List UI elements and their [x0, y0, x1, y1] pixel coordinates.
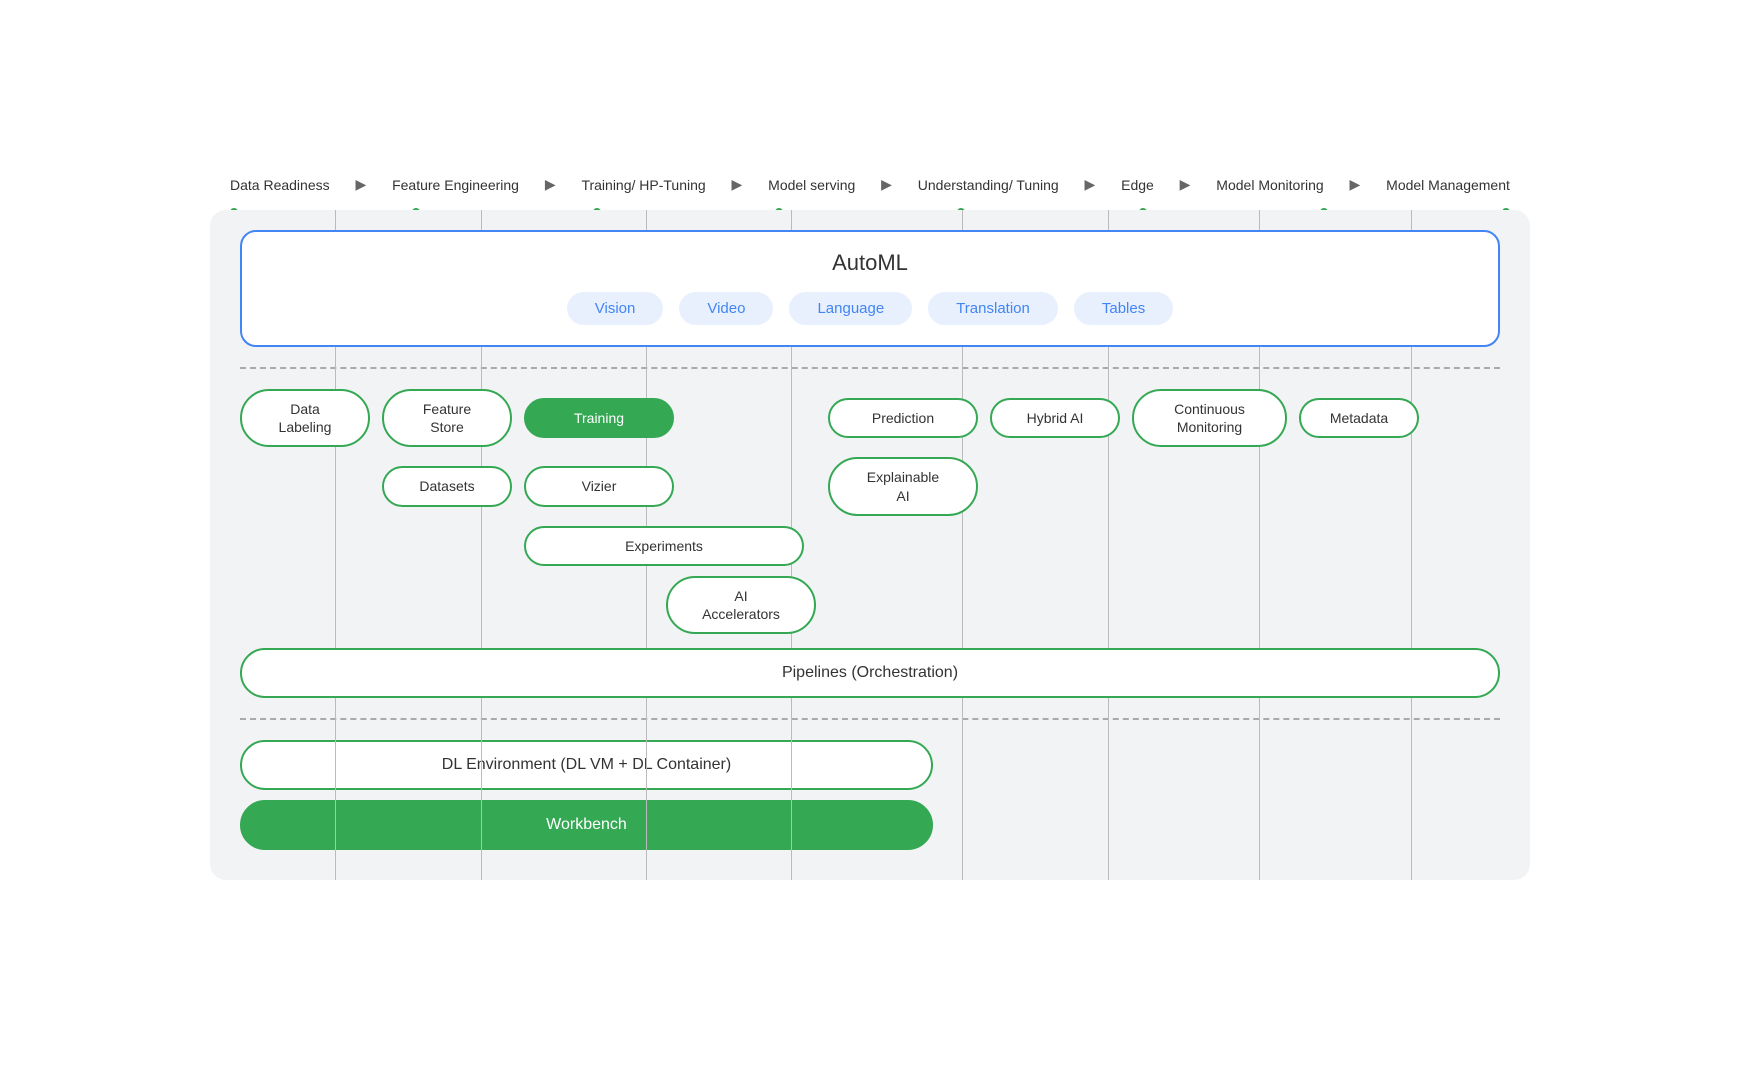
step-label: Feature Engineering — [392, 176, 519, 194]
pill-dl-environment[interactable]: DL Environment (DL VM + DL Container) — [240, 740, 933, 790]
pill-training[interactable]: Training — [524, 398, 674, 438]
step-label: Understanding/ Tuning — [918, 176, 1059, 194]
pipelines-row: Pipelines (Orchestration) — [240, 648, 1500, 698]
automl-pill-video[interactable]: Video — [679, 292, 773, 325]
pill-pipelines[interactable]: Pipelines (Orchestration) — [240, 648, 1500, 698]
automl-pill-tables[interactable]: Tables — [1074, 292, 1173, 325]
pill-experiments[interactable]: Experiments — [524, 526, 804, 566]
arrow-2: ▶ — [545, 176, 556, 193]
pill-prediction[interactable]: Prediction — [828, 398, 978, 438]
pill-feature-store[interactable]: FeatureStore — [382, 389, 512, 447]
arrow-7: ▶ — [1350, 176, 1361, 193]
automl-pills: Vision Video Language Translation Tables — [266, 292, 1474, 325]
pill-continuous-monitoring[interactable]: ContinuousMonitoring — [1132, 389, 1287, 447]
step-feature-engineering: Feature Engineering — [392, 176, 519, 194]
pipeline-header: Data Readiness ▶ Feature Engineering ▶ T… — [190, 176, 1550, 194]
step-label: Data Readiness — [230, 176, 330, 194]
step-model-monitoring: Model Monitoring — [1216, 176, 1323, 194]
step-label: Edge — [1121, 176, 1154, 194]
automl-title: AutoML — [266, 250, 1474, 276]
bottom-divider — [240, 718, 1500, 720]
main-area: AutoML Vision Video Language Translation… — [210, 210, 1530, 880]
arrow-6: ▶ — [1180, 176, 1191, 193]
pill-vizier[interactable]: Vizier — [524, 466, 674, 506]
pill-hybrid-ai[interactable]: Hybrid AI — [990, 398, 1120, 438]
arrow-4: ▶ — [881, 176, 892, 193]
pill-workbench[interactable]: Workbench — [240, 800, 933, 850]
pill-ai-accelerators[interactable]: AIAccelerators — [666, 576, 816, 634]
pill-explainable-ai[interactable]: ExplainableAI — [828, 457, 978, 515]
step-model-serving: Model serving — [768, 176, 855, 194]
automl-pill-vision[interactable]: Vision — [567, 292, 664, 325]
green-section: DataLabeling FeatureStore Training Predi… — [240, 389, 1500, 698]
pill-datasets[interactable]: Datasets — [382, 466, 512, 506]
arrow-5: ▶ — [1085, 176, 1096, 193]
step-model-management: Model Management — [1386, 176, 1510, 194]
step-label: Model Monitoring — [1216, 176, 1323, 194]
automl-section: AutoML Vision Video Language Translation… — [240, 230, 1500, 347]
step-label: Model Management — [1386, 176, 1510, 194]
step-label: Training/ HP-Tuning — [581, 176, 705, 194]
step-training: Training/ HP-Tuning — [581, 176, 705, 194]
step-label: Model serving — [768, 176, 855, 194]
step-understanding: Understanding/ Tuning — [918, 176, 1059, 194]
step-data-readiness: Data Readiness — [230, 176, 330, 194]
pill-data-labeling[interactable]: DataLabeling — [240, 389, 370, 447]
bottom-section: DL Environment (DL VM + DL Container) Wo… — [240, 740, 1500, 850]
arrow-1: ▶ — [355, 176, 366, 193]
automl-pill-translation[interactable]: Translation — [928, 292, 1058, 325]
arrow-3: ▶ — [732, 176, 743, 193]
top-divider — [240, 367, 1500, 369]
automl-pill-language[interactable]: Language — [789, 292, 912, 325]
step-edge: Edge — [1121, 176, 1154, 194]
pill-metadata[interactable]: Metadata — [1299, 398, 1419, 438]
